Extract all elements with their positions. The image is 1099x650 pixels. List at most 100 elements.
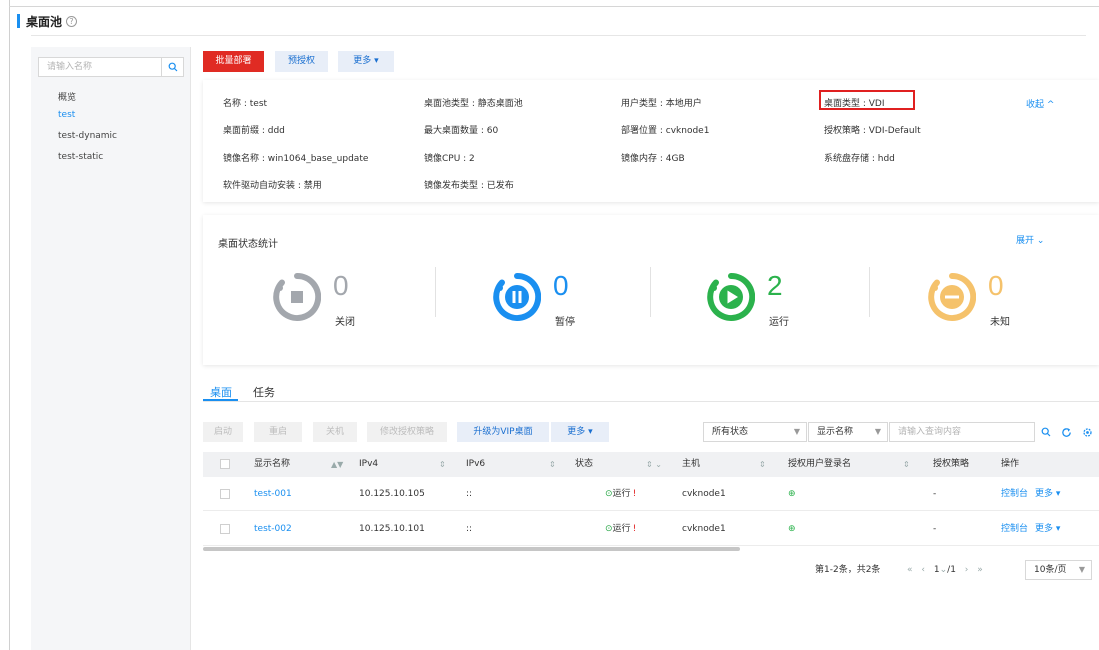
shutdown-button[interactable]: 关机 [313, 422, 357, 442]
warning-icon[interactable]: ! [633, 524, 637, 534]
restart-button[interactable]: 重启 [254, 422, 302, 442]
refresh-icon[interactable] [1055, 422, 1077, 442]
sort-icon[interactable]: ⇕ [759, 452, 766, 477]
row-ipv6: :: [466, 489, 473, 499]
sort-icon[interactable]: ⇕ [903, 452, 910, 477]
tab-desktop[interactable]: 桌面 [210, 384, 232, 400]
sidebar-item-test[interactable]: test [58, 110, 75, 120]
page-size-value: 10条/页 [1034, 565, 1067, 575]
stat-unknown-count: 0 [988, 270, 1004, 301]
sort-icon[interactable]: ▲▼ [331, 452, 343, 477]
stat-off: 0 关闭 [203, 270, 403, 345]
sort-icon[interactable]: ⇕ [439, 452, 446, 477]
tab-task[interactable]: 任务 [253, 384, 275, 400]
running-status-icon: ⊙ [605, 524, 613, 534]
more-actions-button[interactable]: 更多 ▾ [551, 422, 609, 442]
sidebar-item-overview[interactable]: 概览 [58, 90, 76, 103]
expand-link[interactable]: 展开 ⌄ [1016, 233, 1044, 246]
info-max-count: 最大桌面数量 : 60 [424, 126, 499, 136]
info-driver-install: 软件驱动自动安装 : 禁用 [223, 181, 322, 191]
chevron-down-icon: ▼ [793, 427, 800, 436]
row-more-link[interactable]: 更多 ▾ [1035, 477, 1060, 511]
select-all-checkbox[interactable] [220, 459, 230, 469]
row-display-name[interactable]: test-001 [254, 477, 292, 511]
stat-paused: 0 暂停 [423, 270, 623, 345]
table-search-input[interactable]: 请输入查询内容 [889, 422, 1035, 442]
info-name: 名称 : test [223, 99, 268, 109]
sidebar-search-input[interactable]: 请输入名称 [39, 58, 161, 76]
col-ipv6[interactable]: IPv6 [466, 452, 485, 477]
info-system-disk: 系统盘存储 : hdd [824, 154, 895, 164]
row-status-text: 运行 [612, 524, 631, 534]
prev-page-icon[interactable]: ‹ [921, 565, 925, 575]
status-filter-value: 所有状态 [712, 427, 749, 437]
sort-icon[interactable]: ⇕ ⌄ [646, 452, 662, 477]
row-auth-policy: - [933, 489, 937, 499]
start-button[interactable]: 启动 [203, 422, 243, 442]
table-header: 显示名称 ▲▼ IPv4 ⇕ IPv6 ⇕ 状态 ⇕ ⌄ 主机 ⇕ 授权用户登录… [203, 452, 1099, 477]
sidebar-search: 请输入名称 [38, 57, 184, 77]
tab-divider [203, 401, 1099, 402]
row-checkbox[interactable] [220, 524, 230, 534]
col-status[interactable]: 状态 [575, 452, 593, 477]
frame-left-border [9, 0, 10, 650]
info-pool-type: 桌面池类型 : 静态桌面池 [424, 99, 523, 109]
sidebar-item-test-dynamic[interactable]: test-dynamic [58, 131, 117, 141]
more-button[interactable]: 更多 ▾ [338, 51, 394, 72]
row-display-name[interactable]: test-002 [254, 512, 292, 546]
table-row[interactable]: test-002 10.125.10.101 :: ⊙运行! cvknode1 … [203, 512, 1099, 546]
stat-off-label: 关闭 [335, 317, 355, 328]
row-ipv6: :: [466, 524, 473, 534]
next-page-icon[interactable]: › [965, 565, 969, 575]
info-deploy-location: 部署位置 : cvknode1 [621, 126, 710, 136]
search-icon[interactable] [161, 58, 183, 76]
stats-title: 桌面状态统计 [218, 239, 278, 250]
pool-sidebar: 请输入名称 概览 test test-dynamic test-static [31, 47, 191, 650]
info-image-mem: 镜像内存 : 4GB [621, 154, 685, 164]
search-icon[interactable] [1035, 422, 1057, 442]
page-size-select[interactable]: 10条/页 ▼ [1025, 560, 1092, 580]
col-ipv4[interactable]: IPv4 [359, 452, 378, 477]
stat-paused-count: 0 [553, 270, 569, 301]
add-user-icon[interactable]: ⊕ [788, 477, 796, 511]
info-auth-policy: 授权策略 : VDI-Default [824, 126, 921, 136]
row-more-link[interactable]: 更多 ▾ [1035, 512, 1060, 546]
info-image-cpu: 镜像CPU : 2 [424, 154, 475, 164]
last-page-icon[interactable]: » [977, 565, 983, 575]
col-display-name[interactable]: 显示名称 [254, 452, 290, 477]
upgrade-vip-button[interactable]: 升级为VIP桌面 [457, 422, 549, 442]
status-filter-select[interactable]: 所有状态 ▼ [703, 422, 807, 442]
settings-gear-icon[interactable] [1076, 422, 1098, 442]
page-title-text: 桌面池 [26, 14, 63, 29]
field-filter-value: 显示名称 [817, 427, 854, 437]
add-user-icon[interactable]: ⊕ [788, 512, 796, 546]
status-stats-card: 桌面状态统计 展开 ⌄ 0 关闭 0 暂停 2 运行 0 未知 [203, 215, 1099, 365]
row-checkbox[interactable] [220, 489, 230, 499]
col-auth-user[interactable]: 授权用户登录名 [788, 452, 851, 477]
sort-icon[interactable]: ⇕ [549, 452, 556, 477]
modify-auth-policy-button[interactable]: 修改授权策略 [367, 422, 447, 442]
help-icon[interactable]: ? [66, 15, 78, 27]
pagination-summary: 第1-2条，共2条 [815, 565, 881, 575]
stat-unknown-label: 未知 [990, 317, 1010, 328]
table-row[interactable]: test-001 10.125.10.105 :: ⊙运行! cvknode1 … [203, 477, 1099, 511]
batch-deploy-button[interactable]: 批量部署 [203, 51, 264, 72]
info-publish-type: 镜像发布类型 : 已发布 [424, 181, 514, 191]
row-host: cvknode1 [682, 489, 726, 499]
stat-off-count: 0 [333, 270, 349, 301]
col-auth-policy[interactable]: 授权策略 [933, 452, 969, 477]
stat-running: 2 运行 [637, 270, 837, 345]
row-console-link[interactable]: 控制台 [1001, 477, 1028, 511]
collapse-link[interactable]: 收起 ^ [1026, 97, 1054, 110]
info-desktop-type: 桌面类型 : VDI [824, 99, 885, 109]
row-status: ⊙运行! [605, 512, 636, 546]
col-host[interactable]: 主机 [682, 452, 700, 477]
horizontal-scrollbar[interactable] [203, 547, 740, 551]
warning-icon[interactable]: ! [633, 489, 637, 499]
field-filter-select[interactable]: 显示名称 ▼ [808, 422, 888, 442]
first-page-icon[interactable]: « [907, 565, 913, 575]
row-console-link[interactable]: 控制台 [1001, 512, 1028, 546]
sidebar-item-test-static[interactable]: test-static [58, 152, 103, 162]
chevron-down-icon: ▼ [1078, 565, 1085, 574]
pre-authorize-button[interactable]: 预授权 [275, 51, 328, 72]
